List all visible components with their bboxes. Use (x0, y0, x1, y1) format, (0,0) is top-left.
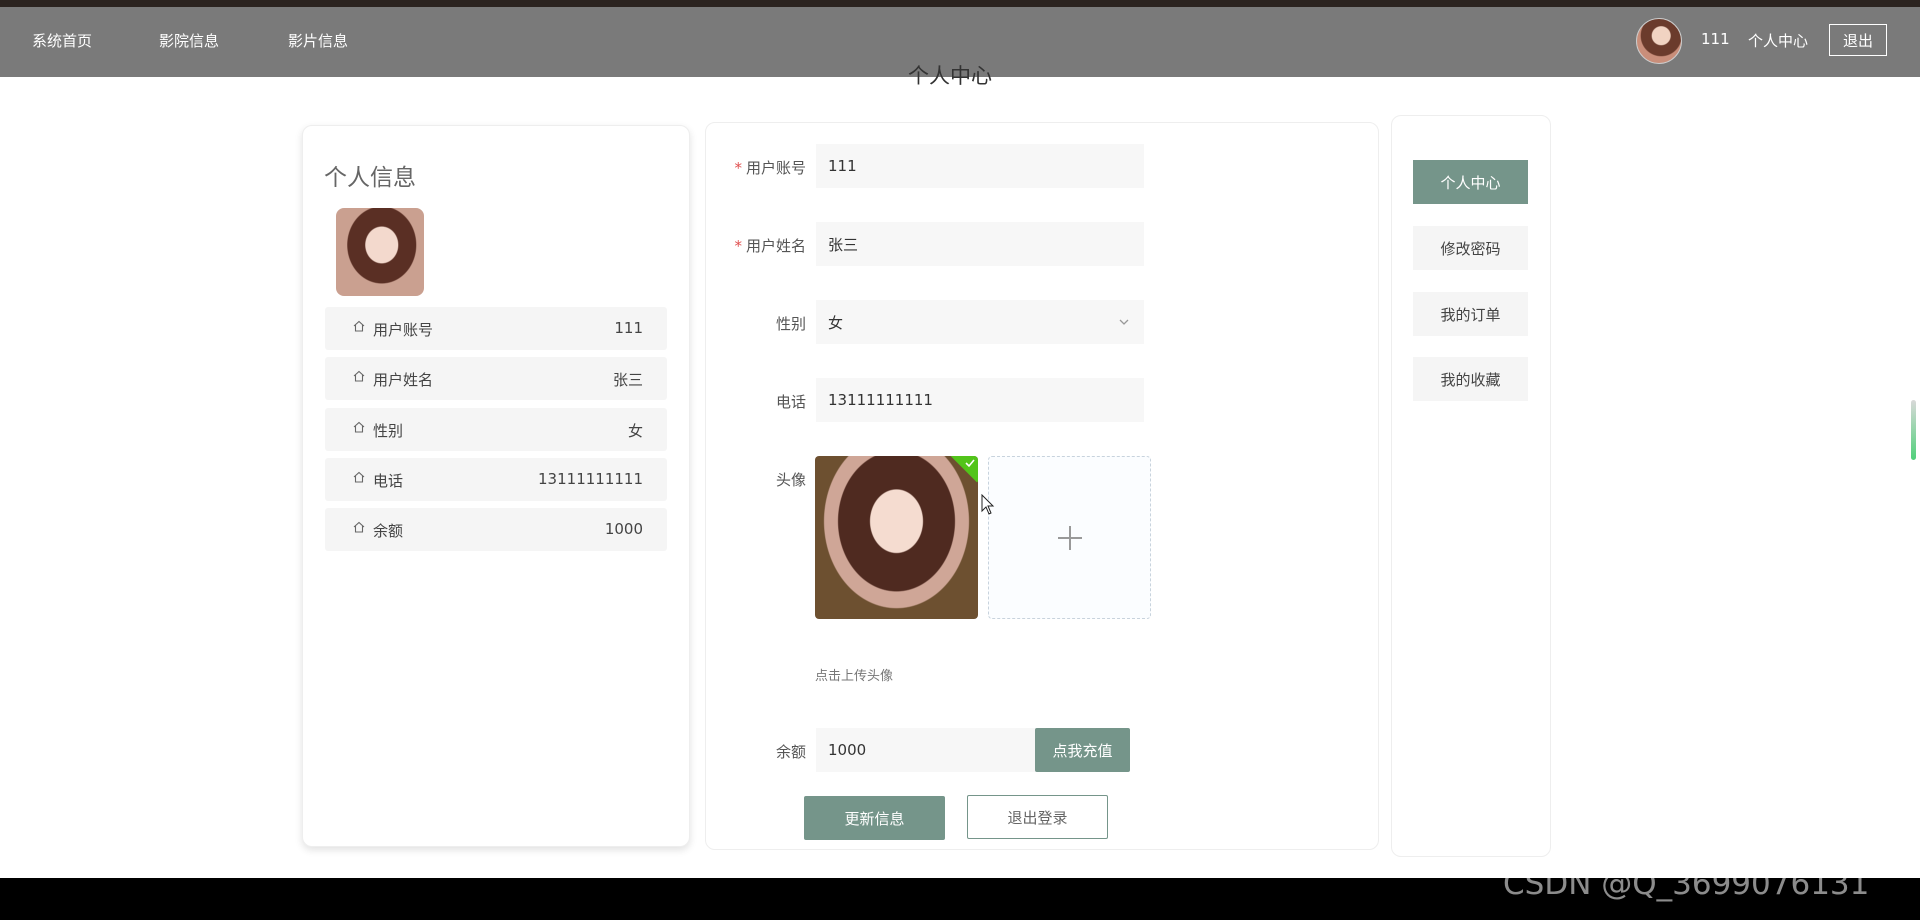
nav-home[interactable]: 系统首页 (32, 30, 92, 51)
info-row-phone: 电话 13111111111 (325, 458, 667, 501)
info-label: 性别 (373, 422, 404, 440)
nav-personal-center[interactable]: 个人中心 (1748, 30, 1808, 51)
side-menu-my-favorites[interactable]: 我的收藏 (1413, 357, 1528, 401)
upload-hint: 点击上传头像 (815, 669, 894, 684)
side-menu-personal-center[interactable]: 个人中心 (1413, 160, 1528, 204)
info-label: 电话 (373, 472, 404, 490)
phone-input[interactable]: 13111111111 (816, 378, 1144, 422)
profile-photo (336, 208, 424, 296)
nav-cinema-info[interactable]: 影院信息 (159, 30, 219, 51)
gender-selected-value: 女 (828, 313, 844, 332)
nav-film-info[interactable]: 影片信息 (288, 30, 348, 51)
uploaded-avatar-image[interactable] (815, 456, 978, 619)
name-input[interactable]: 张三 (816, 222, 1144, 266)
info-value: 1000 (604, 520, 643, 538)
mouse-cursor-icon (981, 494, 995, 515)
gender-label: 性别 (775, 315, 806, 333)
info-row-gender: 性别 女 (325, 408, 667, 451)
info-value: 女 (627, 422, 643, 440)
watermark: CSDN @Q_3699076131 (1503, 866, 1870, 902)
home-icon (353, 320, 365, 332)
info-row-name: 用户姓名 张三 (325, 357, 667, 400)
avatar-upload-button[interactable] (988, 456, 1151, 619)
update-info-button[interactable]: 更新信息 (804, 796, 945, 840)
top-logout-button[interactable]: 退出 (1829, 24, 1887, 56)
balance-label: 余额 (775, 743, 806, 761)
phone-label: 电话 (775, 393, 806, 411)
recharge-button[interactable]: 点我充值 (1035, 728, 1130, 772)
info-value: 111 (614, 319, 643, 337)
account-label: * 用户账号 (734, 159, 806, 177)
balance-input[interactable]: 1000 (816, 728, 1036, 772)
page-title: 个人中心 (908, 64, 992, 88)
info-value: 13111111111 (538, 470, 643, 488)
profile-card-title: 个人信息 (324, 165, 416, 191)
user-avatar[interactable] (1636, 18, 1682, 64)
avatar-label: 头像 (775, 471, 806, 489)
top-username: 111 (1701, 30, 1730, 48)
info-label: 用户姓名 (373, 371, 434, 389)
side-menu-change-password[interactable]: 修改密码 (1413, 226, 1528, 270)
logout-account-button[interactable]: 退出登录 (967, 795, 1108, 839)
home-icon (353, 370, 365, 382)
gender-select[interactable]: 女 (816, 300, 1144, 344)
home-icon (353, 521, 365, 533)
check-icon (965, 459, 975, 468)
account-input[interactable]: 111 (816, 144, 1144, 188)
plus-icon (1058, 526, 1082, 550)
home-icon (353, 471, 365, 483)
info-row-account: 用户账号 111 (325, 307, 667, 350)
info-value: 张三 (612, 371, 643, 389)
scrollbar[interactable] (1911, 400, 1916, 460)
name-label: * 用户姓名 (734, 237, 806, 255)
info-label: 余额 (373, 522, 404, 540)
info-label: 用户账号 (373, 321, 434, 339)
chevron-down-icon (1119, 319, 1129, 325)
info-row-balance: 余额 1000 (325, 508, 667, 551)
home-icon (353, 421, 365, 433)
side-menu-my-orders[interactable]: 我的订单 (1413, 292, 1528, 336)
